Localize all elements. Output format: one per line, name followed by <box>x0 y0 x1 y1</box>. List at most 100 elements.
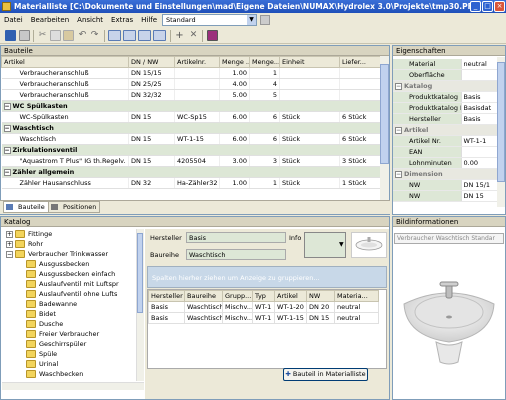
tree-node[interactable]: Spüle <box>26 349 57 359</box>
bauteile-col-header[interactable]: Menge ... <box>219 56 250 68</box>
property-value[interactable] <box>460 69 497 81</box>
delete-icon[interactable]: ✕ <box>188 30 199 41</box>
bauteile-col-header[interactable]: Artikel <box>1 56 129 68</box>
bauteile-row[interactable]: Verbraucheranschluß DN 32/32 5.00 5 <box>1 89 382 101</box>
property-row[interactable]: Material neutral <box>393 59 497 70</box>
bauteile-row[interactable]: Verbraucheranschluß DN 25/25 4.00 4 <box>1 78 382 90</box>
property-value[interactable]: Basis <box>460 113 497 125</box>
profile-select[interactable]: Standard <box>162 14 257 26</box>
tree-scroll-thumb[interactable] <box>137 233 143 313</box>
katalog-col-header[interactable]: NW <box>306 290 335 302</box>
tree-node[interactable]: Urinal <box>26 359 58 369</box>
collapse-icon[interactable]: − <box>395 82 402 90</box>
tree-node[interactable]: Geschirrspüler <box>26 339 86 349</box>
property-row[interactable]: Lohnminuten 0.00 <box>393 157 497 169</box>
katalog-col-header[interactable]: Hersteller <box>148 290 185 302</box>
property-category[interactable]: − Dimension <box>393 168 497 180</box>
save-icon[interactable] <box>5 30 16 41</box>
bauteile-group-row[interactable]: − WC Spülkasten <box>1 100 382 112</box>
eigenschaften-scroll-thumb[interactable] <box>497 62 505 182</box>
collapse-icon[interactable]: − <box>3 102 11 110</box>
maximize-button[interactable]: □ <box>482 1 493 12</box>
menu-bearbeiten[interactable]: Bearbeiten <box>27 13 73 27</box>
bauteile-row[interactable]: Zähler Hausanschluss DN 32 Ha-Zähler32 1.00… <box>1 177 382 189</box>
bauteile-col-header[interactable]: DN / NW <box>128 56 175 68</box>
add-to-materialliste-button[interactable]: ✚ Bauteil in Materialliste <box>283 368 368 381</box>
minimize-button[interactable]: _ <box>470 1 481 12</box>
property-value[interactable] <box>460 146 497 158</box>
property-row[interactable]: Hersteller Basis <box>393 113 497 125</box>
property-category[interactable]: − Katalog <box>393 80 497 92</box>
hersteller-field[interactable]: Basis <box>186 232 286 243</box>
copy-icon[interactable] <box>50 30 61 41</box>
close-button[interactable]: × <box>494 1 505 12</box>
property-value[interactable]: WT-1-1 <box>460 135 497 147</box>
property-row[interactable]: EAN <box>393 146 497 158</box>
bauteile-col-header[interactable]: Menge... <box>249 56 280 68</box>
katalog-col-header[interactable]: Artikel <box>274 290 307 302</box>
bauteile-row[interactable]: WC-Spülkasten DN 15 WC-Sp15 6.00 6 Stück 6 Stü… <box>1 111 382 123</box>
katalog-col-header[interactable]: Typ <box>252 290 275 302</box>
katalog-col-header[interactable]: Materia... <box>334 290 379 302</box>
tree-node[interactable]: Ausgussbecken <box>26 259 89 269</box>
collapse-icon[interactable]: − <box>395 170 402 178</box>
expand-icon[interactable]: + <box>6 230 13 238</box>
bauteile-group-row[interactable]: − Zirkulationsventil <box>1 144 382 156</box>
property-row[interactable]: Produktkatalog InfoBasisdat <box>393 102 497 114</box>
collapse-icon[interactable]: − <box>3 146 11 154</box>
tree-node[interactable]: Ausgussbecken einfach <box>26 269 115 279</box>
katalog-col-header[interactable]: Baureihe <box>184 290 223 302</box>
tree-node[interactable]: Bidet <box>26 309 56 319</box>
menu-ansicht[interactable]: Ansicht <box>73 13 107 27</box>
property-row[interactable]: NW DN 15/1 <box>393 179 497 191</box>
tree-node[interactable]: + Fittinge <box>6 229 52 239</box>
bauteile-row[interactable]: Waschtisch DN 15 WT-1-15 6.00 6 Stück 6 Stück <box>1 133 382 145</box>
katalog-article-row[interactable]: Basis Waschtisch Mischv... WT-1 WT-1-20 DN 20… <box>148 301 379 313</box>
redo-icon[interactable]: ↷ <box>89 30 100 41</box>
menu-datei[interactable]: Datei <box>0 13 27 27</box>
katalog-col-header[interactable]: Grupp... <box>222 290 253 302</box>
chevron-down-icon[interactable]: ▼ <box>247 15 256 25</box>
bauteile-row[interactable]: "Aquastrom T Plus" IG th.Regelv. DN 15 420… <box>1 155 382 167</box>
profile-settings-icon[interactable] <box>260 15 270 25</box>
collapse-icon[interactable]: − <box>3 124 11 132</box>
bauteile-group-row[interactable]: − Waschtisch <box>1 122 382 134</box>
property-category[interactable]: − Artikel <box>393 124 497 136</box>
bauteile-group-row[interactable]: − Zähler allgemein <box>1 166 382 178</box>
property-row[interactable]: Oberfläche <box>393 69 497 81</box>
info-chevron-down-icon[interactable]: ▼ <box>339 241 344 248</box>
bauteile-row[interactable]: Verbraucheranschluß DN 15/15 1.00 1 <box>1 67 382 79</box>
collapse-icon[interactable]: − <box>3 168 11 176</box>
baureihe-field[interactable]: Waschtisch <box>186 249 286 260</box>
add-icon[interactable]: + <box>174 30 185 41</box>
view-grid-icon[interactable] <box>123 30 136 41</box>
tree-node[interactable]: Freier Verbraucher <box>26 329 99 339</box>
cut-icon[interactable]: ✂ <box>37 30 48 41</box>
tree-node[interactable]: Dusche <box>26 319 63 329</box>
group-by-area[interactable]: Spalten hierher ziehen um Anzeige zu gru… <box>147 266 387 288</box>
tree-node[interactable]: Waschbecken <box>26 369 83 379</box>
print-icon[interactable] <box>19 30 30 41</box>
tree-node[interactable]: + Rohr <box>6 239 43 249</box>
tree-node[interactable]: Auslaufventil mit Luftspr <box>26 279 119 289</box>
katalog-article-row[interactable]: Basis Waschtisch Mischv... WT-1 WT-1-15 DN 15… <box>148 312 379 324</box>
property-row[interactable]: Artikel Nr. WT-1-1 <box>393 135 497 147</box>
property-value[interactable]: neutral <box>460 59 497 70</box>
tree-node[interactable]: Badewanne <box>26 299 77 309</box>
bauteile-col-header[interactable]: Artikelnr. <box>174 56 220 68</box>
property-value[interactable]: DN 15/1 <box>460 179 497 191</box>
bauteile-scroll-thumb[interactable] <box>380 64 389 164</box>
view-catalog-icon[interactable] <box>153 30 166 41</box>
collapse-icon[interactable]: − <box>395 126 402 134</box>
tree-node[interactable]: − Verbraucher Trinkwasser <box>6 249 108 259</box>
property-value[interactable]: Basisdat <box>460 102 497 114</box>
tree-node[interactable]: Auslaufventil ohne Lufts <box>26 289 117 299</box>
paste-icon[interactable] <box>63 30 74 41</box>
bild-select[interactable]: Verbraucher Waschtisch Standar <box>394 233 504 244</box>
bauteile-col-header[interactable]: Liefer... <box>339 56 382 68</box>
collapse-icon[interactable]: − <box>6 250 13 258</box>
menu-hilfe[interactable]: Hilfe <box>137 13 161 27</box>
bauteile-col-header[interactable]: Einheit <box>279 56 340 68</box>
menu-extras[interactable]: Extras <box>107 13 137 27</box>
view-detail-icon[interactable] <box>138 30 151 41</box>
